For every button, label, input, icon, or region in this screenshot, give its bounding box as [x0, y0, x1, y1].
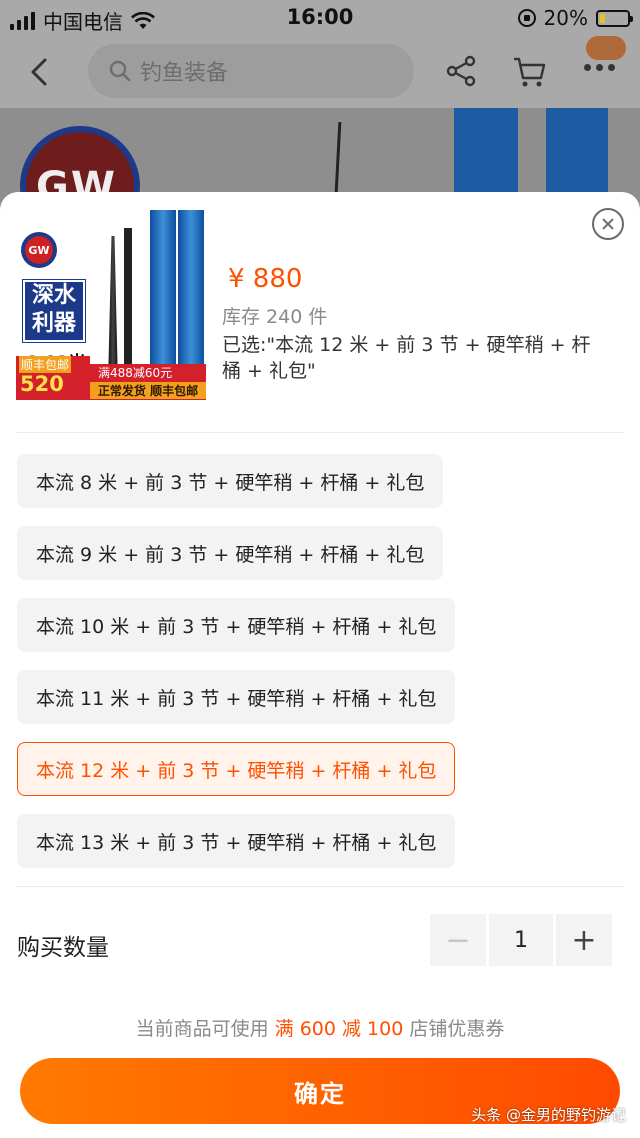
variant-option[interactable]: 本流 13 米 + 前 3 节 + 硬竿稍 + 杆桶 + 礼包 — [17, 814, 456, 868]
search-placeholder: 钓鱼装备 — [140, 61, 229, 86]
cart-icon[interactable] — [512, 54, 548, 90]
stock-count: 库存 240 件 — [222, 306, 328, 328]
deal-tag: 满488减60元 正常发货 顺丰包邮 — [90, 364, 206, 400]
message-bubble-icon — [586, 36, 626, 60]
close-icon[interactable] — [592, 208, 624, 240]
watermark: 头条 @金男的野钓游记 — [471, 1106, 626, 1124]
quantity-value[interactable]: 1 — [489, 914, 553, 966]
decrease-button[interactable]: − — [430, 914, 486, 966]
product-thumbnail[interactable]: GW 深水利器 8-13米 顺丰包邮 520 满488减60元 正常发货 顺丰包… — [16, 210, 206, 400]
coupon-notice[interactable]: 当前商品可使用 满 600 减 100 店铺优惠券 — [0, 1014, 640, 1041]
search-input[interactable]: 钓鱼装备 — [88, 44, 414, 98]
variant-option[interactable]: 本流 11 米 + 前 3 节 + 硬竿稍 + 杆桶 + 礼包 — [17, 670, 456, 724]
battery-level — [600, 13, 606, 23]
quantity-label: 购买数量 — [17, 935, 109, 961]
status-bar: 中国电信 16:00 20% — [0, 0, 640, 36]
promo-banner: 顺丰包邮 520 满488减60元 正常发货 顺丰包邮 — [16, 356, 206, 400]
quantity-stepper: − 1 + — [430, 914, 612, 966]
price: ¥ 880 — [228, 264, 303, 294]
sku-sheet: GW 深水利器 8-13米 顺丰包邮 520 满488减60元 正常发货 顺丰包… — [0, 192, 640, 1138]
badge-text: 深水利器 — [22, 279, 86, 343]
variant-option[interactable]: 本流 9 米 + 前 3 节 + 硬竿稍 + 杆桶 + 礼包 — [17, 526, 444, 580]
variant-option[interactable]: 本流 12 米 + 前 3 节 + 硬竿稍 + 杆桶 + 礼包 — [17, 742, 456, 796]
shipping-tag: 顺丰包邮 520 — [16, 356, 90, 400]
increase-button[interactable]: + — [556, 914, 612, 966]
back-icon[interactable] — [24, 56, 56, 88]
rod-tube-image — [150, 210, 176, 370]
search-icon — [109, 60, 131, 82]
more-icon[interactable] — [584, 64, 615, 71]
selected-variant-text: 已选:"本流 12 米 + 前 3 节 + 硬竿稍 + 杆桶 + 礼包" — [222, 334, 591, 382]
divider — [16, 432, 624, 433]
rod-tube-image — [546, 108, 608, 198]
rod-tube-image — [178, 210, 204, 370]
rod-tube-image — [454, 108, 518, 198]
divider — [16, 886, 624, 887]
rod-image — [333, 121, 342, 198]
share-icon[interactable] — [444, 54, 478, 88]
coupon-highlight: 满 600 减 100 — [274, 1018, 404, 1040]
variant-option[interactable]: 本流 8 米 + 前 3 节 + 硬竿稍 + 杆桶 + 礼包 — [17, 454, 444, 508]
rotation-lock-icon — [517, 9, 536, 27]
variant-option[interactable]: 本流 10 米 + 前 3 节 + 硬竿稍 + 杆桶 + 礼包 — [17, 598, 456, 652]
battery-icon — [596, 9, 633, 27]
brand-logo: GW — [21, 232, 57, 268]
battery-percent: 20% — [543, 6, 588, 30]
background-product-image: GW — [0, 108, 640, 198]
nav-bar: 钓鱼装备 — [0, 36, 640, 108]
status-right: 20% — [517, 6, 633, 30]
brand-logo: GW — [20, 126, 140, 198]
